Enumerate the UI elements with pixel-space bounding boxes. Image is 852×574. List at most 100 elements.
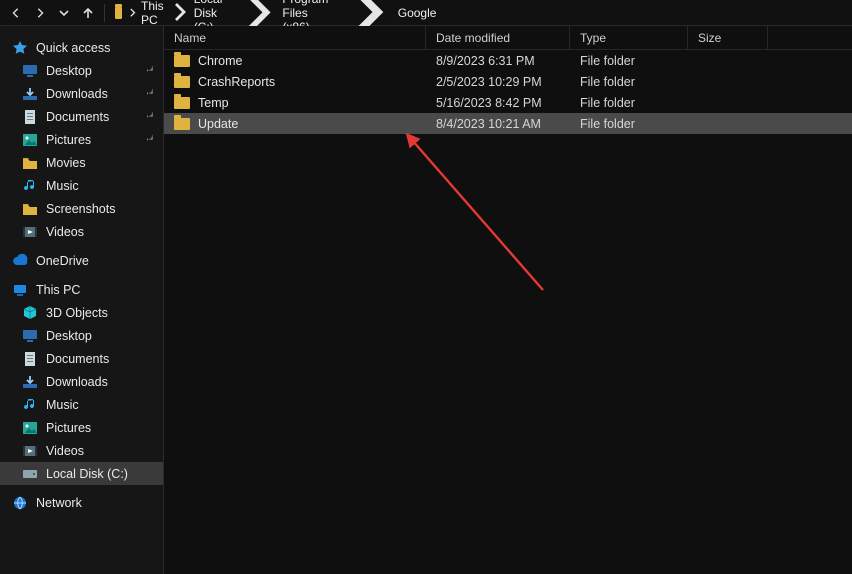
sidebar-item-label: Quick access xyxy=(36,41,110,55)
recent-locations-button[interactable] xyxy=(52,2,76,24)
column-header-name[interactable]: Name xyxy=(164,26,426,49)
pin-icon xyxy=(141,63,156,78)
sidebar-item-label: Downloads xyxy=(46,375,108,389)
cell-name: Temp xyxy=(164,96,426,110)
sidebar-item-label: Desktop xyxy=(46,329,92,343)
file-type: File folder xyxy=(580,96,635,110)
music-icon xyxy=(22,397,38,413)
forward-button[interactable] xyxy=(28,2,52,24)
network-icon xyxy=(12,495,28,511)
file-row[interactable]: Update 8/4/2023 10:21 AM File folder xyxy=(164,113,852,134)
sidebar-item[interactable]: Documents xyxy=(0,347,163,370)
column-label: Size xyxy=(698,31,721,45)
column-header-date[interactable]: Date modified xyxy=(426,26,570,49)
disk-icon xyxy=(22,466,38,482)
column-headers: Name Date modified Type Size xyxy=(164,26,852,50)
up-button[interactable] xyxy=(76,2,100,24)
file-name: Chrome xyxy=(198,54,242,68)
sidebar-item[interactable]: Downloads xyxy=(0,82,163,105)
back-button[interactable] xyxy=(4,2,28,24)
column-header-size[interactable]: Size xyxy=(688,26,768,49)
sidebar-item[interactable]: Movies xyxy=(0,151,163,174)
folder-icon xyxy=(174,55,190,67)
sidebar-item-label: Documents xyxy=(46,352,109,366)
cell-type: File folder xyxy=(570,54,688,68)
file-row[interactable]: CrashReports 2/5/2023 10:29 PM File folder xyxy=(164,71,852,92)
sidebar-item[interactable]: Pictures xyxy=(0,128,163,151)
sidebar-this-pc[interactable]: This PC xyxy=(0,278,163,301)
file-name: Temp xyxy=(198,96,229,110)
pc-icon xyxy=(12,282,28,298)
cell-name: Chrome xyxy=(164,54,426,68)
videos-icon xyxy=(22,443,38,459)
folder-icon xyxy=(115,7,122,19)
file-name: Update xyxy=(198,117,238,131)
breadcrumb-this-pc[interactable]: This PC xyxy=(141,0,190,27)
folder-icon xyxy=(22,201,38,217)
column-header-type[interactable]: Type xyxy=(570,26,688,49)
sidebar-item[interactable]: Videos xyxy=(0,439,163,462)
file-date: 8/9/2023 6:31 PM xyxy=(436,54,535,68)
breadcrumb-root-icon[interactable] xyxy=(115,7,137,19)
sidebar-quick-access[interactable]: Quick access xyxy=(0,36,163,59)
sidebar-item-label: Pictures xyxy=(46,421,91,435)
cell-type: File folder xyxy=(570,96,688,110)
cell-date: 8/9/2023 6:31 PM xyxy=(426,54,570,68)
folder-icon xyxy=(174,118,190,130)
file-row[interactable]: Temp 5/16/2023 8:42 PM File folder xyxy=(164,92,852,113)
pictures-icon xyxy=(22,132,38,148)
sidebar-item-label: Downloads xyxy=(46,87,108,101)
file-type: File folder xyxy=(580,75,635,89)
sidebar-item[interactable]: Documents xyxy=(0,105,163,128)
sidebar-item-label: OneDrive xyxy=(36,254,89,268)
file-list-pane: Name Date modified Type Size Chrome 8/9/2… xyxy=(164,26,852,574)
cell-type: File folder xyxy=(570,117,688,131)
desktop-icon xyxy=(22,328,38,344)
sidebar-item-label: Pictures xyxy=(46,133,91,147)
breadcrumb-label: This PC xyxy=(141,0,164,27)
chevron-right-icon xyxy=(128,8,137,17)
breadcrumb-label: Google xyxy=(398,6,437,20)
sidebar-item[interactable]: Downloads xyxy=(0,370,163,393)
sidebar-item[interactable]: Local Disk (C:) xyxy=(0,462,163,485)
chevron-right-icon xyxy=(170,2,190,22)
cell-name: CrashReports xyxy=(164,75,426,89)
downloads-icon xyxy=(22,86,38,102)
cell-name: Update xyxy=(164,117,426,131)
sidebar-item[interactable]: Desktop xyxy=(0,59,163,82)
breadcrumb-google[interactable]: Google xyxy=(398,6,437,20)
file-date: 2/5/2023 10:29 PM xyxy=(436,75,542,89)
sidebar-item[interactable]: Music xyxy=(0,174,163,197)
separator xyxy=(104,4,105,22)
sidebar-item-label: This PC xyxy=(36,283,80,297)
cell-date: 5/16/2023 8:42 PM xyxy=(426,96,570,110)
file-date: 5/16/2023 8:42 PM xyxy=(436,96,542,110)
documents-icon xyxy=(22,351,38,367)
sidebar-item-label: Videos xyxy=(46,444,84,458)
file-name: CrashReports xyxy=(198,75,275,89)
sidebar-network[interactable]: Network xyxy=(0,491,163,514)
file-date: 8/4/2023 10:21 AM xyxy=(436,117,541,131)
sidebar-item-label: Music xyxy=(46,179,79,193)
sidebar-item[interactable]: 3D Objects xyxy=(0,301,163,324)
file-rows: Chrome8/9/2023 6:31 PMFile folderCrashRe… xyxy=(164,50,852,134)
videos-icon xyxy=(22,224,38,240)
cloud-icon xyxy=(12,253,28,269)
folder-icon xyxy=(22,155,38,171)
sidebar-item[interactable]: Videos xyxy=(0,220,163,243)
folder-icon xyxy=(174,97,190,109)
file-row[interactable]: Chrome 8/9/2023 6:31 PM File folder xyxy=(164,50,852,71)
sidebar-item-label: Screenshots xyxy=(46,202,115,216)
pin-icon xyxy=(141,86,156,101)
sidebar-item-label: 3D Objects xyxy=(46,306,108,320)
sidebar-onedrive[interactable]: OneDrive xyxy=(0,249,163,272)
desktop-icon xyxy=(22,63,38,79)
sidebar-item[interactable]: Pictures xyxy=(0,416,163,439)
documents-icon xyxy=(22,109,38,125)
pictures-icon xyxy=(22,420,38,436)
sidebar-item-label: Movies xyxy=(46,156,86,170)
sidebar-item[interactable]: Desktop xyxy=(0,324,163,347)
sidebar-item[interactable]: Music xyxy=(0,393,163,416)
sidebar-item[interactable]: Screenshots xyxy=(0,197,163,220)
downloads-icon xyxy=(22,374,38,390)
